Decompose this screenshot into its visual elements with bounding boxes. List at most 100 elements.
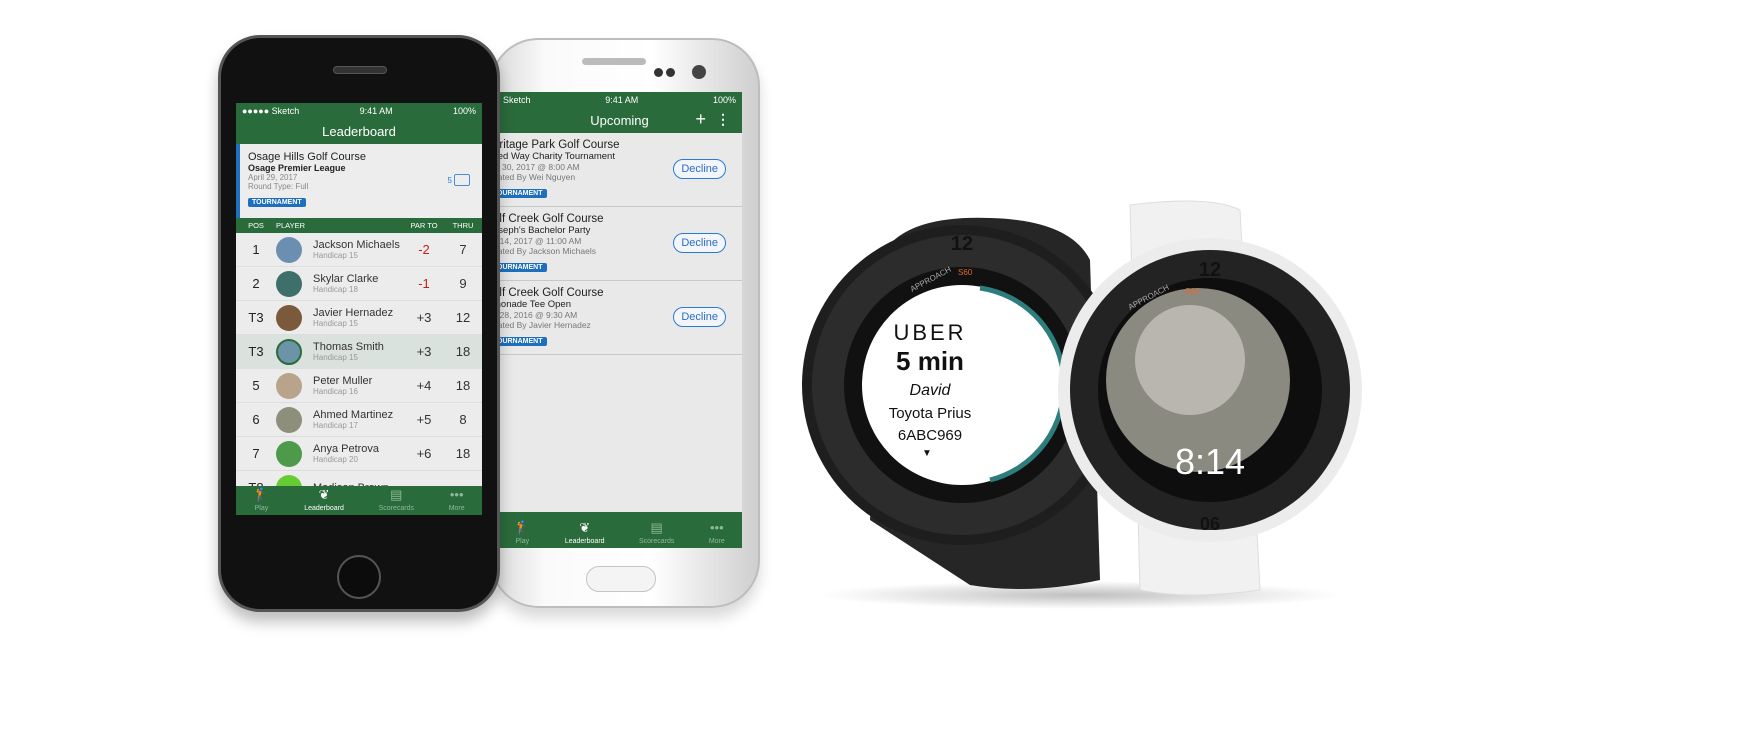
app-header: Leaderboard [236,118,482,144]
decline-button[interactable]: Decline [673,233,726,253]
avatar [276,236,302,263]
tab-play[interactable]: 🏌 Play [253,487,270,513]
tournament-badge: OURNAMENT [497,337,547,346]
battery: 100% [452,105,476,116]
model-label: S60 [958,268,973,277]
position: 6 [252,412,260,427]
table-row[interactable]: T3 Thomas Smith Handicap 15 +3 18 [236,335,482,369]
earpiece [582,58,646,65]
scroll-down-icon[interactable]: ▼ [922,448,932,459]
player-name: Jackson Michaels [313,239,400,251]
handicap: Handicap 15 [313,251,358,260]
tab-label: More [708,538,725,545]
clock: 9:41 AM [605,94,639,105]
thru: 8 [459,412,467,427]
app-name: UBER [893,320,966,345]
tab-leaderboard[interactable]: ❦ Leaderboard [564,520,605,546]
app-header: Upcoming + ⋮ [497,107,742,133]
add-icon[interactable]: + [695,109,706,130]
tab-label: Leaderboard [564,538,605,545]
laurel-icon: ❦ [318,487,330,502]
comments-button[interactable]: 5 [448,174,470,186]
golfer-icon: 🏌 [253,487,270,502]
col-player: PLAYER [276,221,306,230]
round-card[interactable]: Osage Hills Golf Course Osage Premier Le… [236,144,482,218]
tab-leaderboard[interactable]: ❦ Leaderboard [304,487,344,513]
tournament-badge: TOURNAMENT [248,198,306,207]
watch-time: 8:14 [1175,441,1245,482]
tab-scorecards[interactable]: ▤ Scorecards [379,488,414,513]
home-button[interactable] [586,566,656,592]
par-to: +5 [416,412,432,427]
tab-label: Leaderboard [304,505,344,512]
decline-button[interactable]: Decline [673,159,726,179]
bezel-label: 12 [951,233,973,255]
front-camera [654,68,663,77]
table-row[interactable]: T3 Javier Hernadez Handicap 15 +3 12 [236,301,482,335]
golfer-icon: 🏌 [514,520,531,535]
position: 2 [252,276,260,291]
overflow-menu-icon[interactable]: ⋮ [716,111,730,128]
car-model: Toyota Prius [889,405,972,422]
tournament-badge: OURNAMENT [497,189,547,198]
front-camera [692,65,706,79]
table-row[interactable]: 1 Jackson Michaels Handicap 15 -2 7 [236,233,482,267]
tab-more[interactable]: ••• More [448,487,465,513]
col-pos: POS [248,221,264,230]
tab-more[interactable]: ••• More [708,520,725,546]
col-thru: THRU [452,221,474,230]
more-icon: ••• [709,520,724,535]
home-button[interactable] [337,555,381,599]
player-name: Javier Hernadez [313,307,394,319]
comment-count: 5 [447,175,452,185]
player-name: Peter Muller [313,375,373,387]
position: T3 [248,344,264,359]
laurel-icon: ❦ [579,520,591,535]
tab-scorecards[interactable]: ▤ Scorecards [639,521,674,546]
event-item[interactable]: olf Creek Golf Course monade Tee Open y … [497,281,742,355]
table-header: POS PLAYER PAR TO THRU [236,218,482,233]
table-row[interactable]: 7 Anya Petrova Handicap 20 +6 18 [236,437,482,471]
player-name: Thomas Smith [313,341,384,353]
table-row[interactable]: 6 Ahmed Martinez Handicap 17 +5 8 [236,403,482,437]
table-row[interactable]: 5 Peter Muller Handicap 16 +4 18 [236,369,482,403]
battery: 100% [712,94,736,105]
leaderboard-screen: ●●●●● Sketch 9:41 AM 100% Leaderboard Os… [236,103,482,515]
earpiece [333,66,387,74]
handicap: Handicap 20 [313,455,358,464]
more-icon: ••• [449,487,464,502]
decline-button[interactable]: Decline [673,307,726,327]
event-item[interactable]: olf Creek Golf Course oseph's Bachelor P… [497,207,742,281]
front-sensor [666,68,675,77]
handicap: Handicap 18 [313,285,358,294]
status-bar: Sketch 9:41 AM 100% [497,92,742,107]
table-row[interactable]: 2 Skylar Clarke Handicap 18 -1 9 [236,267,482,301]
player-name: Skylar Clarke [313,273,379,285]
par-to: +4 [416,378,432,393]
player-name: Anya Petrova [313,443,380,455]
avatar [276,406,302,433]
avatar [276,440,302,467]
bezel-label: 06 [1200,514,1220,534]
tournament-badge: OURNAMENT [497,263,547,272]
par-to: +6 [416,446,432,461]
carrier: ●●●●● Sketch [242,105,300,116]
avatar [276,304,302,331]
avatar [276,372,302,399]
handicap: Handicap 16 [313,387,358,396]
par-to: -1 [418,276,430,291]
event-course: eritage Park Golf Course [497,139,620,151]
tab-label: More [448,505,465,512]
col-par: PAR TO [410,221,438,230]
handicap: Handicap 15 [313,319,358,328]
position: 7 [252,446,260,461]
position: 1 [252,242,260,257]
thru: 18 [455,344,471,359]
tab-play[interactable]: 🏌 Play [514,520,531,546]
position: T3 [248,310,264,325]
thru: 7 [459,242,467,257]
tab-bar: 🏌 Play ❦ Leaderboard ▤ Scorecards ••• More [236,486,482,515]
model-label: S60 [1185,287,1200,296]
event-item[interactable]: eritage Park Golf Course ited Way Charit… [497,133,742,207]
driver-name: David [910,382,952,399]
